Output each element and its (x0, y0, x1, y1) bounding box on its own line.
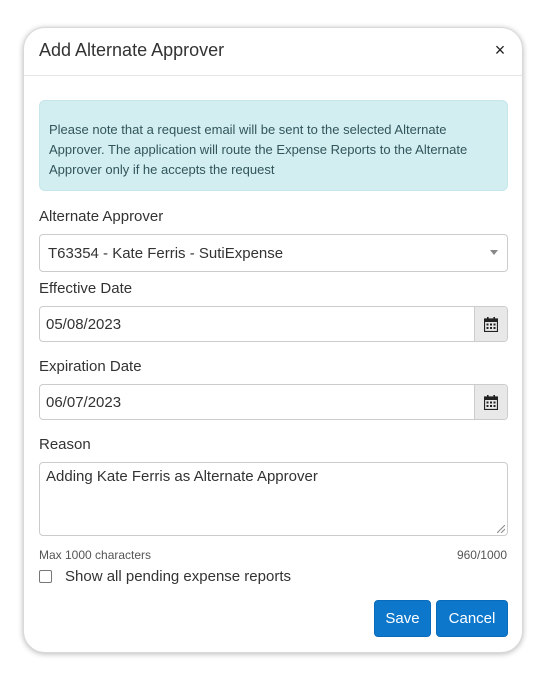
close-icon[interactable]: × (492, 41, 508, 59)
info-alert: Please note that a request email will be… (39, 100, 508, 191)
show-pending-reports-checkbox[interactable] (39, 569, 52, 583)
cancel-button[interactable]: Cancel (436, 600, 508, 637)
effective-date-calendar-button[interactable] (474, 307, 507, 341)
dialog-header: Add Alternate Approver × (24, 28, 522, 76)
calendar-icon (484, 394, 498, 410)
expiration-date-calendar-button[interactable] (474, 385, 507, 419)
show-pending-reports-label: Show all pending expense reports (65, 567, 291, 585)
add-alternate-approver-dialog: Add Alternate Approver × Please note tha… (23, 27, 523, 653)
max-characters-hint: Max 1000 characters (39, 548, 152, 562)
show-pending-reports-checkbox-row[interactable]: Show all pending expense reports (39, 566, 291, 586)
dialog-title: Add Alternate Approver (39, 40, 225, 60)
effective-date-input[interactable] (40, 307, 474, 341)
reason-text: Adding Kate Ferris as Alternate Approver (46, 468, 318, 485)
alternate-approver-value: T63354 - Kate Ferris - SutiExpense (48, 245, 284, 262)
character-counter: 960/1000 (456, 548, 507, 562)
effective-date-group (39, 306, 508, 342)
calendar-icon (484, 316, 498, 332)
expiration-date-label: Expiration Date (39, 358, 142, 375)
expiration-date-group (39, 384, 508, 420)
effective-date-label: Effective Date (39, 280, 133, 297)
expiration-date-input[interactable] (40, 385, 474, 419)
resize-grip-icon[interactable] (497, 525, 505, 533)
alternate-approver-select[interactable]: T63354 - Kate Ferris - SutiExpense (39, 234, 508, 272)
reason-label: Reason (39, 436, 91, 453)
chevron-down-icon (490, 250, 498, 255)
reason-textarea[interactable]: Adding Kate Ferris as Alternate Approver (39, 462, 508, 536)
save-button[interactable]: Save (374, 600, 431, 637)
alternate-approver-label: Alternate Approver (39, 208, 164, 225)
